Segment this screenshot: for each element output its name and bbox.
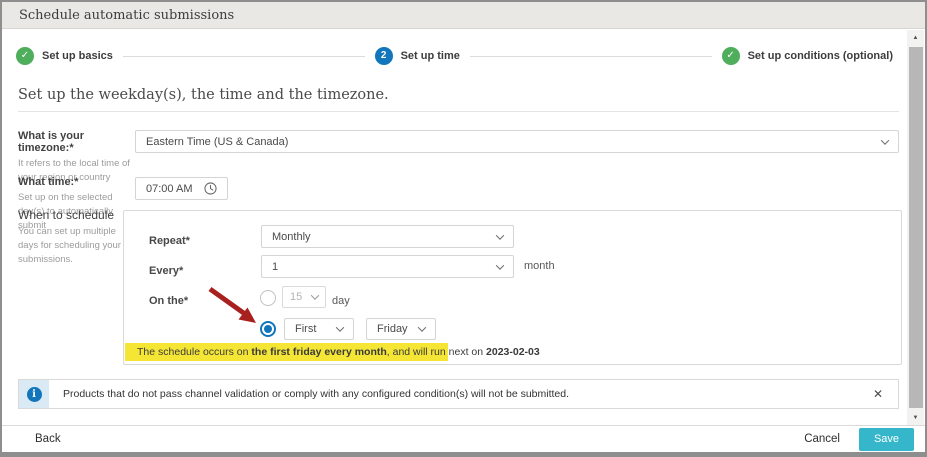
step-set-up-basics[interactable]: ✓ Set up basics bbox=[16, 47, 113, 65]
chevron-down-icon bbox=[336, 323, 344, 331]
timezone-select[interactable]: Eastern Time (US & Canada) bbox=[135, 130, 899, 153]
day-of-month-value: 15 bbox=[290, 291, 302, 303]
ordinal-value: First bbox=[295, 323, 316, 335]
schedule-settings-box: Repeat* Monthly Every* 1 month On the* 1… bbox=[123, 210, 902, 365]
scroll-up-icon[interactable]: ▲ bbox=[907, 30, 924, 45]
ordinal-select[interactable]: First bbox=[284, 318, 354, 340]
time-input[interactable]: 07:00 AM bbox=[135, 177, 228, 200]
weekday-value: Friday bbox=[377, 323, 408, 335]
on-the-label: On the* bbox=[149, 295, 188, 307]
summary-prefix: The schedule occurs on bbox=[137, 346, 251, 358]
summary-middle: , and will run next on bbox=[387, 346, 486, 358]
save-button[interactable]: Save bbox=[859, 428, 914, 451]
chevron-down-icon bbox=[496, 261, 504, 269]
time-label: What time:* bbox=[18, 176, 130, 188]
close-icon[interactable]: ✕ bbox=[873, 380, 883, 408]
schedule-dialog: Schedule automatic submissions ✓ Set up … bbox=[0, 0, 927, 457]
chevron-down-icon bbox=[418, 323, 426, 331]
chevron-down-icon bbox=[496, 231, 504, 239]
repeat-label: Repeat* bbox=[149, 235, 190, 247]
summary-bold-phrase: the first friday every month bbox=[251, 346, 386, 358]
vertical-scrollbar[interactable]: ▲ ▼ bbox=[907, 30, 924, 425]
scrollbar-thumb[interactable] bbox=[909, 47, 923, 408]
wizard-stepper: ✓ Set up basics 2 Set up time ✓ Set up c… bbox=[16, 44, 893, 68]
chevron-down-icon bbox=[881, 136, 889, 144]
step-label: Set up conditions (optional) bbox=[748, 50, 893, 62]
schedule-summary-highlight: The schedule occurs on the first friday … bbox=[125, 343, 448, 361]
schedule-helper: You can set up multiple days for schedul… bbox=[18, 225, 130, 266]
info-banner-text: Products that do not pass channel valida… bbox=[63, 380, 873, 408]
step-set-up-time[interactable]: 2 Set up time bbox=[375, 47, 460, 65]
info-banner: i Products that do not pass channel vali… bbox=[18, 379, 899, 409]
scroll-down-icon[interactable]: ▼ bbox=[907, 410, 924, 425]
dialog-footer: Back Cancel Save bbox=[2, 425, 925, 452]
every-label: Every* bbox=[149, 265, 183, 277]
cancel-button[interactable]: Cancel bbox=[804, 433, 840, 445]
section-divider bbox=[18, 111, 899, 112]
info-icon: i bbox=[27, 387, 42, 402]
timezone-value: Eastern Time (US & Canada) bbox=[146, 136, 288, 148]
weekday-radio-selected[interactable] bbox=[260, 321, 276, 337]
stepper-connector bbox=[470, 56, 712, 57]
day-unit-label: day bbox=[332, 295, 350, 307]
step-done-check-icon: ✓ bbox=[722, 47, 740, 65]
schedule-label-group: When to schedule You can set up multiple… bbox=[18, 208, 130, 266]
repeat-value: Monthly bbox=[272, 231, 311, 243]
dialog-titlebar: Schedule automatic submissions bbox=[2, 2, 925, 29]
stepper-connector bbox=[123, 56, 365, 57]
day-of-month-select[interactable]: 15 bbox=[282, 286, 326, 308]
back-button[interactable]: Back bbox=[35, 433, 61, 445]
schedule-label: When to schedule bbox=[18, 208, 130, 222]
repeat-select[interactable]: Monthly bbox=[261, 225, 514, 248]
dialog-title: Schedule automatic submissions bbox=[19, 8, 234, 23]
step-label: Set up time bbox=[401, 50, 460, 62]
weekday-select[interactable]: Friday bbox=[366, 318, 436, 340]
time-value: 07:00 AM bbox=[146, 183, 192, 195]
section-heading: Set up the weekday(s), the time and the … bbox=[18, 87, 389, 103]
every-value: 1 bbox=[272, 261, 278, 273]
clock-icon[interactable] bbox=[204, 182, 217, 195]
step-number-badge: 2 bbox=[375, 47, 393, 65]
every-select[interactable]: 1 bbox=[261, 255, 514, 278]
timezone-label: What is your timezone:* bbox=[18, 130, 130, 154]
step-label: Set up basics bbox=[42, 50, 113, 62]
every-unit-label: month bbox=[524, 260, 555, 272]
info-icon-cell: i bbox=[19, 380, 49, 408]
chevron-down-icon bbox=[311, 291, 319, 299]
day-of-month-radio[interactable] bbox=[260, 290, 276, 306]
step-done-check-icon: ✓ bbox=[16, 47, 34, 65]
summary-bold-date: 2023-02-03 bbox=[486, 346, 540, 358]
step-set-up-conditions[interactable]: ✓ Set up conditions (optional) bbox=[722, 47, 893, 65]
